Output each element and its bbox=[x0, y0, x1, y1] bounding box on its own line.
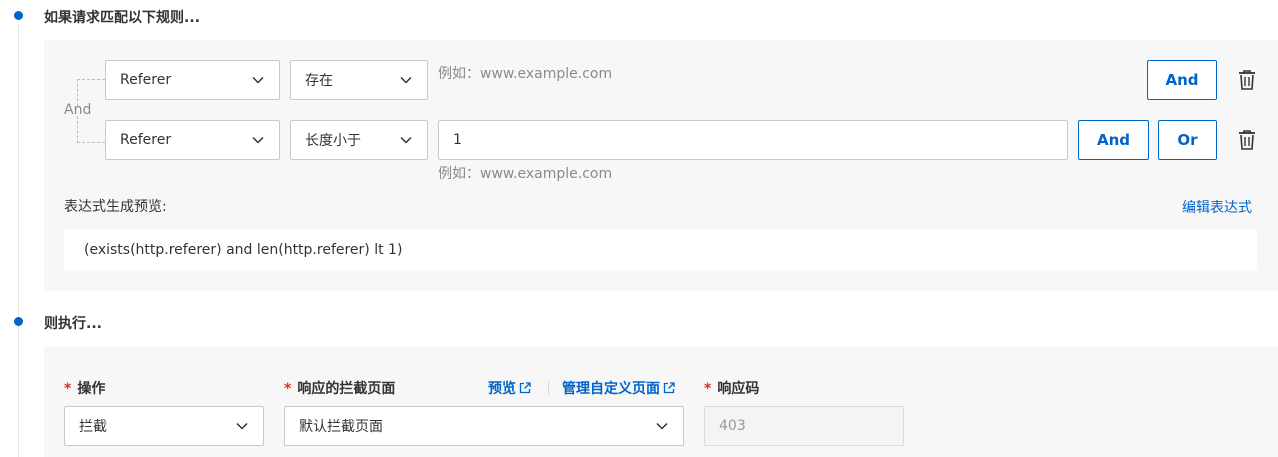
group-bracket-bottom bbox=[77, 116, 105, 143]
response-code-value: 403 bbox=[719, 418, 746, 434]
preview-link[interactable]: 预览 bbox=[488, 378, 531, 398]
timeline-line bbox=[18, 24, 19, 457]
trash-icon[interactable] bbox=[1237, 69, 1257, 91]
chevron-down-icon bbox=[656, 422, 668, 430]
response-code-input[interactable]: 403 bbox=[704, 406, 904, 446]
external-link-icon bbox=[519, 382, 531, 394]
group-operator-label: And bbox=[64, 102, 92, 118]
condition-1-field-value: Referer bbox=[120, 72, 172, 88]
trash-icon[interactable] bbox=[1237, 129, 1257, 151]
condition-2-field-select[interactable]: Referer bbox=[105, 120, 280, 160]
condition-2-or-button[interactable]: Or bbox=[1158, 120, 1217, 160]
condition-2-field-value: Referer bbox=[120, 132, 172, 148]
operation-label: * 操作 bbox=[64, 378, 105, 398]
condition-2-value-input[interactable]: 1 bbox=[438, 120, 1068, 160]
chevron-down-icon bbox=[400, 136, 412, 144]
block-page-label-text: 响应的拦截页面 bbox=[297, 381, 396, 397]
step-dot-if bbox=[14, 11, 23, 20]
response-code-label: * 响应码 bbox=[704, 378, 759, 398]
preview-link-text: 预览 bbox=[488, 381, 516, 397]
edit-expression-link[interactable]: 编辑表达式 bbox=[1182, 197, 1252, 217]
external-link-icon bbox=[663, 382, 675, 394]
response-code-label-text: 响应码 bbox=[717, 381, 760, 397]
operation-select[interactable]: 拦截 bbox=[64, 406, 264, 446]
required-mark: * bbox=[284, 381, 292, 397]
required-mark: * bbox=[64, 381, 72, 397]
manage-custom-pages-text: 管理自定义页面 bbox=[562, 381, 660, 397]
operation-label-text: 操作 bbox=[77, 381, 106, 397]
block-page-label: * 响应的拦截页面 bbox=[284, 378, 395, 398]
step-title-if: 如果请求匹配以下规则... bbox=[44, 10, 200, 26]
condition-2-operator-select[interactable]: 长度小于 bbox=[290, 120, 428, 160]
link-separator bbox=[548, 381, 549, 395]
condition-1-field-select[interactable]: Referer bbox=[105, 60, 280, 100]
condition-1-operator-select[interactable]: 存在 bbox=[290, 60, 428, 100]
chevron-down-icon bbox=[236, 422, 248, 430]
chevron-down-icon bbox=[252, 136, 264, 144]
block-page-select[interactable]: 默认拦截页面 bbox=[284, 406, 684, 446]
expression-preview-box: (exists(http.referer) and len(http.refer… bbox=[64, 229, 1257, 270]
step-title-then: 则执行... bbox=[44, 316, 102, 332]
expression-text: (exists(http.referer) and len(http.refer… bbox=[84, 241, 403, 258]
required-mark: * bbox=[704, 381, 712, 397]
operation-value: 拦截 bbox=[79, 419, 107, 435]
condition-2-value-hint: 例如：www.example.com bbox=[438, 166, 613, 182]
condition-2-and-button[interactable]: And bbox=[1078, 120, 1149, 160]
condition-1-operator-value: 存在 bbox=[305, 73, 333, 89]
condition-1-value-placeholder: 例如：www.example.com bbox=[438, 66, 613, 82]
step-dot-then bbox=[14, 317, 23, 326]
condition-2-operator-value: 长度小于 bbox=[305, 133, 361, 149]
condition-1-and-button[interactable]: And bbox=[1147, 60, 1217, 100]
block-page-value: 默认拦截页面 bbox=[299, 419, 383, 435]
chevron-down-icon bbox=[400, 76, 412, 84]
manage-custom-pages-link[interactable]: 管理自定义页面 bbox=[562, 378, 675, 398]
condition-2-value-text: 1 bbox=[453, 132, 462, 148]
chevron-down-icon bbox=[252, 76, 264, 84]
expression-preview-label: 表达式生成预览: bbox=[64, 199, 167, 215]
